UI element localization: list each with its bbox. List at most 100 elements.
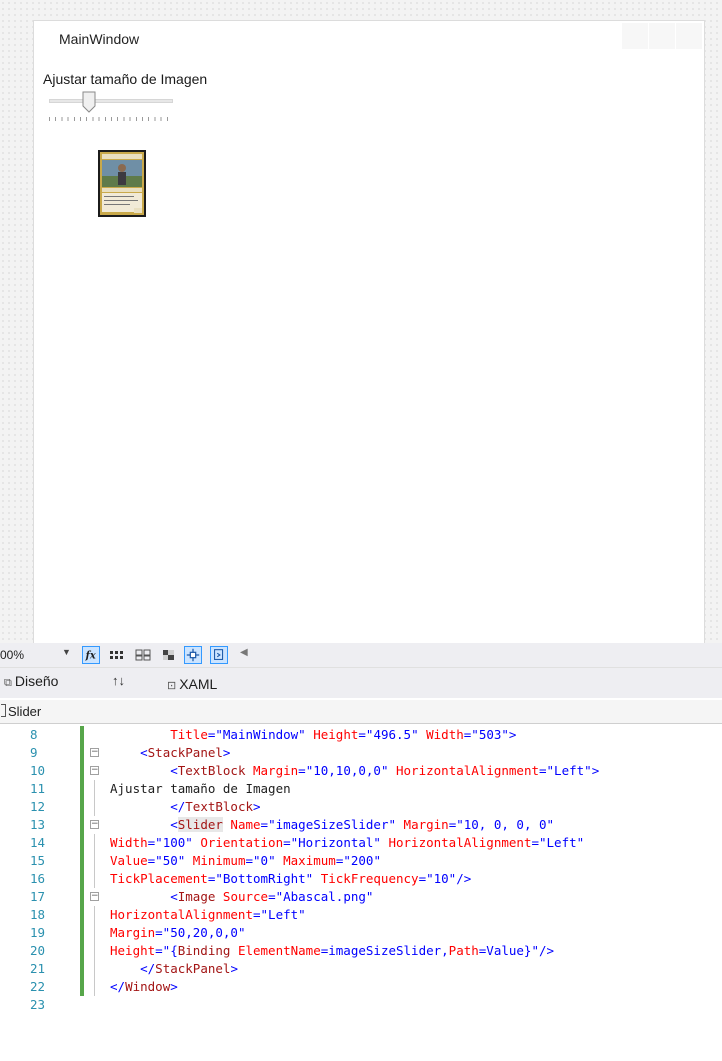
code-token: TickPlacement <box>110 871 208 886</box>
code-line[interactable]: 16 TickPlacement="BottomRight" TickFreque… <box>0 870 722 888</box>
tab-design-label: Diseño <box>14 673 59 689</box>
code-line[interactable]: 21 </StackPanel> <box>0 960 722 978</box>
code-line[interactable]: 18 HorizontalAlignment="Left" <box>0 906 722 924</box>
code-token: ="10, 0, 0, 0" <box>448 817 555 832</box>
slider-caption-textblock[interactable]: Ajustar tamaño de Imagen <box>43 71 207 87</box>
code-token: > <box>253 799 261 814</box>
code-token: Value <box>110 853 148 868</box>
code-text[interactable]: TickPlacement="BottomRight" TickFrequenc… <box>110 870 471 888</box>
code-token: Margin <box>245 763 299 778</box>
code-token: ElementName <box>230 943 321 958</box>
code-token: HorizontalAlignment <box>380 835 532 850</box>
collapse-icon[interactable]: − <box>90 820 99 829</box>
fold-guide <box>94 978 95 996</box>
change-marker <box>80 978 84 996</box>
slider-thumb[interactable] <box>82 91 96 113</box>
code-token: ="50" <box>147 853 186 868</box>
code-line[interactable]: 14 Width="100" Orientation="Horizontal" H… <box>0 834 722 852</box>
tab-design[interactable]: ⧉ Diseño <box>4 673 58 690</box>
code-text[interactable]: Margin="50,20,0,0" <box>110 924 245 942</box>
code-text[interactable]: Title="MainWindow" Height="496.5" Width=… <box>110 726 516 744</box>
code-token: ="100" <box>147 835 193 850</box>
collapse-icon[interactable]: − <box>90 766 99 775</box>
code-token: < <box>170 817 178 832</box>
code-text[interactable]: <Image Source="Abascal.png" <box>110 888 373 906</box>
code-token: Source <box>215 889 269 904</box>
wpf-window-preview[interactable]: MainWindow Ajustar tamaño de Imagen <box>33 20 705 643</box>
line-number: 14 <box>30 835 46 850</box>
project-code-icon[interactable] <box>210 646 228 664</box>
collapse-pane-icon[interactable]: ◀ <box>240 647 248 658</box>
code-token: Window <box>125 979 171 994</box>
code-line[interactable]: 11 Ajustar tamaño de Imagen <box>0 780 722 798</box>
tab-xaml[interactable]: ⊡ XAML <box>167 676 217 692</box>
code-text[interactable]: </StackPanel> <box>110 960 238 978</box>
code-token: ="Horizontal" <box>283 835 381 850</box>
code-text[interactable]: <StackPanel> <box>110 744 230 762</box>
tab-xaml-label: XAML <box>179 676 218 692</box>
code-text[interactable]: <TextBlock Margin="10,10,0,0" Horizontal… <box>110 762 599 780</box>
collapse-icon[interactable]: − <box>90 748 99 757</box>
code-text[interactable]: <Slider Name="imageSizeSlider" Margin="1… <box>110 816 554 834</box>
swap-panes-icon[interactable]: ↑↓ <box>112 673 125 688</box>
artboard-background-icon[interactable] <box>160 646 178 664</box>
code-token: ="Left" <box>539 763 592 778</box>
code-text[interactable]: </TextBlock> <box>110 798 261 816</box>
card-image[interactable] <box>98 150 146 217</box>
collapse-icon[interactable]: − <box>90 892 99 901</box>
code-text[interactable]: Width="100" Orientation="Horizontal" Hor… <box>110 834 584 852</box>
code-token: Slider <box>177 817 223 832</box>
code-token: Path <box>448 943 479 958</box>
change-marker <box>80 924 84 942</box>
change-marker <box>80 942 84 960</box>
designer-surface[interactable]: MainWindow Ajustar tamaño de Imagen <box>0 0 722 643</box>
code-line[interactable]: 8 Title="MainWindow" Height="496.5" Widt… <box>0 726 722 744</box>
code-token: Margin <box>396 817 449 832</box>
line-number: 13 <box>30 817 46 832</box>
code-line[interactable]: 22 </Window> <box>0 978 722 996</box>
code-token: Width <box>110 835 148 850</box>
slider-track[interactable] <box>49 99 173 103</box>
line-number: 9 <box>30 745 38 760</box>
code-line[interactable]: 10 − <TextBlock Margin="10,10,0,0" Horizo… <box>0 762 722 780</box>
zoom-combobox[interactable]: 00% <box>0 648 58 663</box>
code-line[interactable]: 15 Value="50" Minimum="0" Maximum="200" <box>0 852 722 870</box>
code-text[interactable]: Height="{Binding ElementName=imageSizeSl… <box>110 942 554 960</box>
xaml-code-editor[interactable]: 8 Title="MainWindow" Height="496.5" Widt… <box>0 725 722 1061</box>
code-token: > <box>230 961 238 976</box>
maximize-button <box>649 23 675 49</box>
fx-icon[interactable]: fx <box>82 646 100 664</box>
fold-guide <box>94 780 95 798</box>
code-line[interactable]: 9 − <StackPanel> <box>0 744 722 762</box>
code-line[interactable]: 19 Margin="50,20,0,0" <box>0 924 722 942</box>
code-line[interactable]: 12 </TextBlock> <box>0 798 722 816</box>
code-line[interactable]: 20 Height="{Binding ElementName=imageSize… <box>0 942 722 960</box>
change-marker <box>80 780 84 798</box>
line-number: 16 <box>30 871 46 886</box>
grid-icon[interactable] <box>108 646 126 664</box>
change-marker <box>80 816 84 834</box>
chevron-down-icon[interactable]: ▼ <box>62 647 71 657</box>
code-token: Binding <box>177 943 231 958</box>
breadcrumb[interactable]: Slider <box>0 700 722 724</box>
line-number: 10 <box>30 763 46 778</box>
code-token: StackPanel <box>147 745 223 760</box>
line-number: 20 <box>30 943 46 958</box>
snap-to-snaplines-icon[interactable] <box>184 646 202 664</box>
code-text[interactable]: </Window> <box>110 978 178 996</box>
snap-gridlines-icon[interactable] <box>134 646 152 664</box>
designer-toolbar: 00% ▼ fx ◀ <box>0 643 722 668</box>
code-token: Height <box>305 727 359 742</box>
change-marker <box>80 798 84 816</box>
code-text[interactable]: HorizontalAlignment="Left" <box>110 906 306 924</box>
code-text[interactable]: Ajustar tamaño de Imagen <box>110 780 291 798</box>
code-line[interactable]: 23 <box>0 996 722 1014</box>
code-line[interactable]: 17 − <Image Source="Abascal.png" <box>0 888 722 906</box>
fold-guide <box>94 834 95 852</box>
code-token: </ <box>110 979 126 994</box>
code-line[interactable]: 13 − <Slider Name="imageSizeSlider" Margi… <box>0 816 722 834</box>
slider-tick-marks <box>49 117 173 121</box>
code-text[interactable]: Value="50" Minimum="0" Maximum="200" <box>110 852 381 870</box>
code-token: > <box>170 979 178 994</box>
